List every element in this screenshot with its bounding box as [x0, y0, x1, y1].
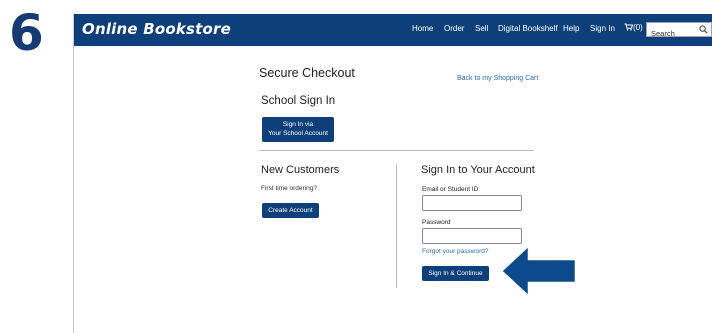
- sign-in-continue-button[interactable]: Sign In & Continue: [422, 266, 489, 281]
- sign-in-heading: Sign In to Your Account: [421, 164, 535, 176]
- nav-item-home[interactable]: Home: [412, 24, 433, 33]
- first-time-text: First time ordering?: [261, 185, 317, 192]
- back-to-cart-link[interactable]: Back to my Shopping Cart: [457, 75, 538, 82]
- nav-item-digital-bookshelf[interactable]: Digital Bookshelf: [498, 24, 558, 33]
- school-sign-in-heading: School Sign In: [261, 95, 336, 107]
- section-divider: [259, 150, 534, 151]
- create-account-button[interactable]: Create Account: [262, 203, 319, 218]
- nav-item-sell[interactable]: Sell: [475, 24, 488, 33]
- top-navbar: Online Bookstore Home Order Sell Digital…: [74, 14, 712, 46]
- school-button-line1: Sign In via: [282, 121, 314, 128]
- new-customers-heading: New Customers: [261, 164, 340, 176]
- cart-link[interactable]: (0): [624, 23, 643, 32]
- browser-page: Online Bookstore Home Order Sell Digital…: [74, 14, 712, 333]
- cart-icon: [624, 23, 634, 31]
- search-icon[interactable]: [699, 25, 708, 34]
- password-label: Password: [422, 219, 451, 226]
- step-number: 6: [9, 4, 44, 62]
- email-label: Email or Student ID: [422, 186, 479, 193]
- nav-item-help[interactable]: Help: [563, 24, 579, 33]
- school-sign-in-button[interactable]: Sign In via Your School Account: [262, 117, 334, 142]
- cart-count: (0): [633, 23, 643, 32]
- school-button-line2: Your School Account: [268, 130, 328, 137]
- email-field[interactable]: [422, 195, 522, 211]
- nav-item-sign-in[interactable]: Sign In: [590, 24, 615, 33]
- page-title: Secure Checkout: [259, 66, 355, 80]
- forgot-password-link[interactable]: Forgot your password?: [422, 248, 488, 255]
- arrow-left-icon: [499, 242, 578, 300]
- search-input[interactable]: [647, 27, 695, 40]
- column-divider: [396, 164, 397, 288]
- nav-item-order[interactable]: Order: [444, 24, 464, 33]
- search-box: [646, 22, 712, 40]
- site-logo[interactable]: Online Bookstore: [82, 20, 231, 38]
